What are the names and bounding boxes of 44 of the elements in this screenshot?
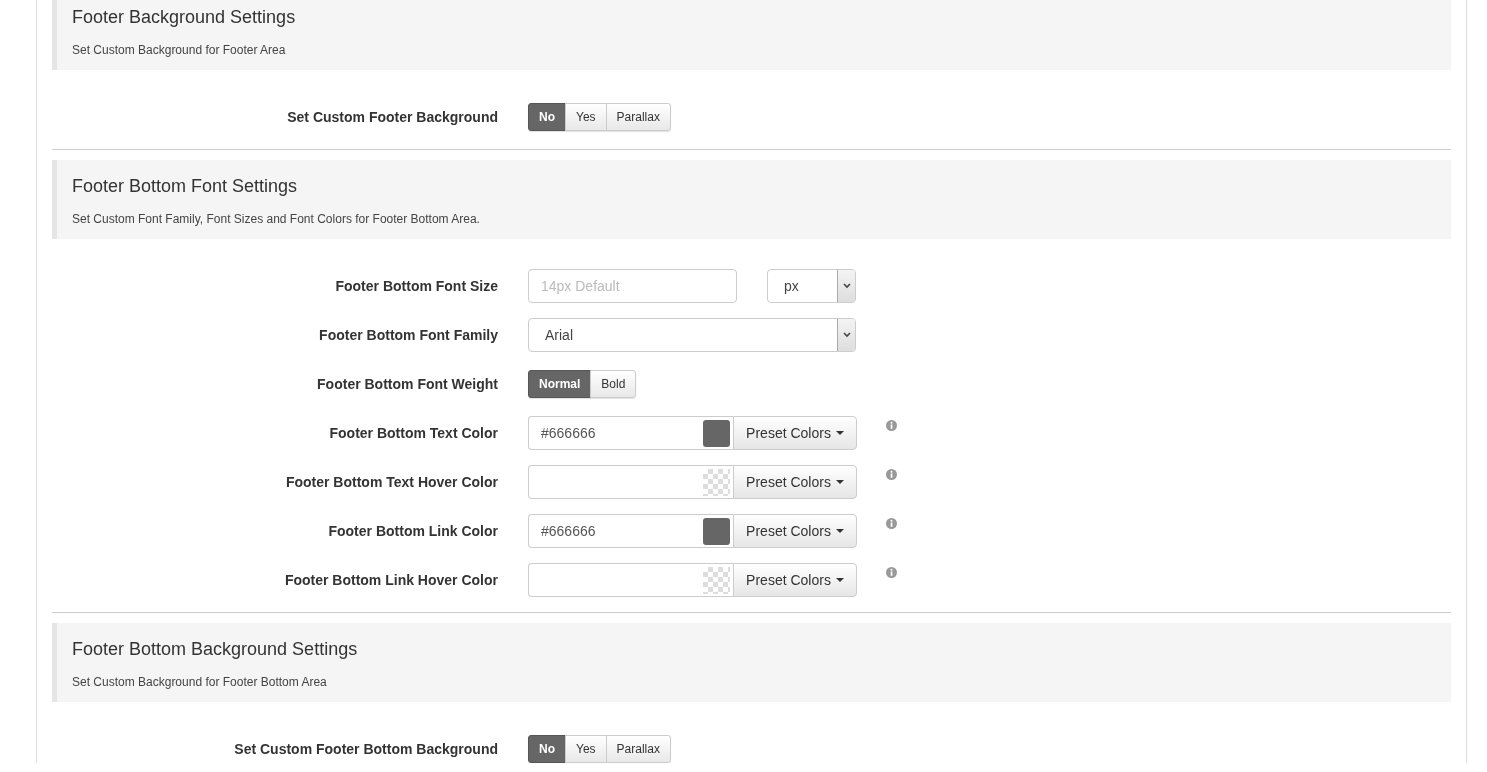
info-icon[interactable] [886, 469, 897, 480]
preset-colors-button[interactable]: Preset Colors [733, 563, 857, 597]
field-label: Footer Bottom Text Hover Color [284, 474, 499, 490]
field-label: Footer Bottom Link Hover Color [283, 572, 499, 588]
color-field[interactable]: #666666 [528, 514, 733, 548]
field-label: Footer Bottom Font Weight [316, 376, 499, 392]
toggle-option[interactable]: No [528, 735, 566, 763]
preset-colors-button[interactable]: Preset Colors [733, 514, 857, 548]
toggle-option[interactable]: Parallax [605, 103, 671, 131]
caret-icon [835, 578, 844, 582]
field-label: Footer Bottom Link Color [327, 523, 499, 539]
section-description: Set Custom Font Family, Font Sizes and Font Colors for Footer Bottom Area. [72, 212, 481, 226]
info-icon[interactable] [886, 567, 897, 578]
toggle-option[interactable]: Yes [565, 103, 607, 131]
section-title: Footer Background Settings [72, 7, 297, 27]
unit-dropdown[interactable]: px [767, 269, 856, 303]
toggle-option[interactable]: Bold [590, 370, 637, 398]
section-description: Set Custom Background for Footer Bottom Area [72, 675, 328, 689]
section-title: Footer Bottom Background Settings [72, 639, 359, 659]
preset-colors-button[interactable]: Preset Colors [733, 416, 857, 450]
transparent-swatch [703, 566, 730, 594]
preset-colors-button[interactable]: Preset Colors [733, 465, 857, 499]
field-label: Set Custom Footer Background [286, 109, 499, 125]
toggle-option[interactable]: No [528, 103, 566, 131]
info-icon[interactable] [886, 518, 897, 529]
toggle-option[interactable]: Yes [565, 735, 607, 763]
field-label: Footer Bottom Text Color [328, 425, 499, 441]
transparent-swatch [703, 468, 730, 496]
caret-icon [835, 480, 844, 484]
section-title: Footer Bottom Font Settings [72, 176, 299, 196]
field-label: Footer Bottom Font Family [318, 327, 499, 343]
font-family-dropdown[interactable]: Arial [528, 318, 856, 352]
section-description: Set Custom Background for Footer Area [72, 43, 287, 57]
field-label: Footer Bottom Font Size [334, 278, 499, 294]
font-size-field[interactable]: 14px Default [528, 269, 737, 303]
field-label: Set Custom Footer Bottom Background [233, 741, 499, 757]
color-field[interactable] [528, 563, 733, 597]
info-icon[interactable] [886, 420, 897, 431]
toggle-option[interactable]: Normal [528, 370, 592, 398]
caret-icon [835, 529, 844, 533]
color-field[interactable] [528, 465, 733, 499]
toggle-option[interactable]: Parallax [605, 735, 671, 763]
caret-icon [835, 431, 844, 435]
color-field[interactable]: #666666 [528, 416, 733, 450]
